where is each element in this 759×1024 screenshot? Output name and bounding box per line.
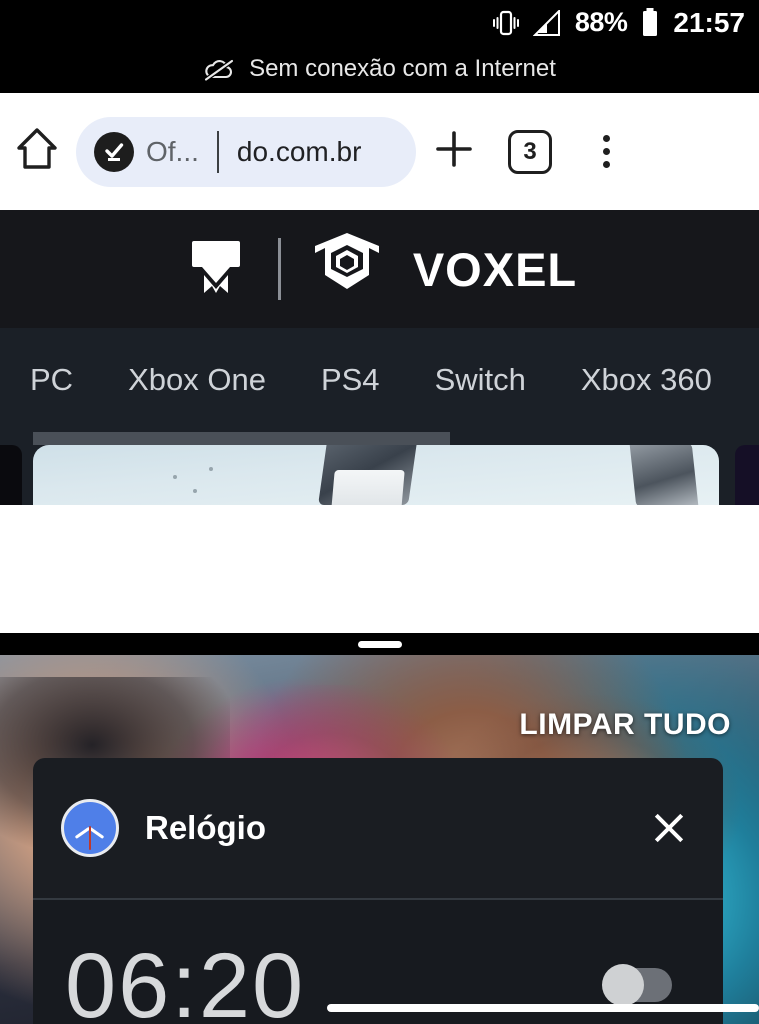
card-art-figure-b: [331, 470, 405, 505]
voxel-wordmark: VOXEL: [412, 242, 578, 296]
app-card-title: Relógio: [145, 809, 266, 846]
text-cursor: [216, 130, 219, 173]
tab-switcher-button[interactable]: 3: [492, 129, 568, 174]
tab-count-badge: 3: [508, 129, 552, 174]
carousel-strip: [0, 432, 759, 505]
phone-screen: 88% 21:57 Sem conexão com a Internet Of.…: [0, 0, 759, 1024]
nav-item-switch[interactable]: Switch: [435, 362, 581, 398]
carousel-card-active[interactable]: [33, 445, 719, 505]
voxel-cube-icon: [309, 229, 385, 310]
url-bar[interactable]: Of... do.com.br: [76, 116, 416, 187]
verified-check-icon: [94, 131, 134, 172]
overflow-menu-button[interactable]: [568, 135, 644, 168]
url-prefix-text: Of...: [146, 135, 199, 167]
card-art-speck: [193, 489, 197, 493]
carousel-card-next[interactable]: [735, 445, 759, 505]
status-bar: 88% 21:57: [0, 0, 759, 45]
new-tab-button[interactable]: [416, 128, 492, 175]
battery-percent: 88%: [574, 7, 628, 37]
url-text: do.com.br: [236, 135, 362, 167]
cloud-off-icon: [203, 57, 235, 81]
battery-icon: [641, 7, 659, 38]
gesture-home-bar[interactable]: [327, 1004, 759, 1012]
plus-icon: [433, 128, 475, 175]
logo-divider: [277, 238, 281, 300]
clock-icon: [61, 799, 119, 857]
uol-jogos-logo[interactable]: [182, 231, 250, 308]
close-icon[interactable]: [643, 802, 695, 854]
app-card-header: Relógio: [33, 758, 723, 898]
recents-topbar: [0, 633, 759, 655]
nav-item-ps4[interactable]: PS4: [321, 362, 435, 398]
signal-bars-icon: [532, 9, 561, 36]
card-art-speck: [173, 475, 177, 479]
carousel-card-previous[interactable]: [0, 445, 22, 505]
nav-item-xbox-one[interactable]: Xbox One: [128, 362, 321, 398]
platform-nav: PC Xbox One PS4 Switch Xbox 360: [0, 328, 759, 432]
page-blank-area: [0, 505, 759, 633]
drag-handle[interactable]: [357, 640, 402, 648]
status-bar-clock: 21:57: [673, 6, 745, 38]
offline-notice: Sem conexão com a Internet: [0, 45, 759, 93]
browser-toolbar: Of... do.com.br 3: [0, 93, 759, 210]
tab-count-text: 3: [523, 137, 537, 165]
offline-label: Sem conexão com a Internet: [249, 55, 556, 82]
more-vertical-icon: [602, 135, 610, 168]
home-icon: [15, 126, 59, 177]
nav-item-pc[interactable]: PC: [30, 362, 128, 398]
touch-pointer-indicator: [602, 964, 644, 1006]
card-art-speck: [209, 467, 213, 471]
clear-all-button[interactable]: LIMPAR TUDO: [519, 708, 731, 742]
carousel-scrollbar[interactable]: [33, 432, 450, 445]
home-button[interactable]: [0, 126, 74, 177]
card-art-figure-c: [629, 445, 699, 505]
vibrate-icon: [492, 8, 519, 38]
nav-item-xbox-360[interactable]: Xbox 360: [581, 362, 759, 398]
clock-time-display: 06:20: [65, 935, 306, 1024]
site-header: VOXEL: [0, 210, 759, 328]
